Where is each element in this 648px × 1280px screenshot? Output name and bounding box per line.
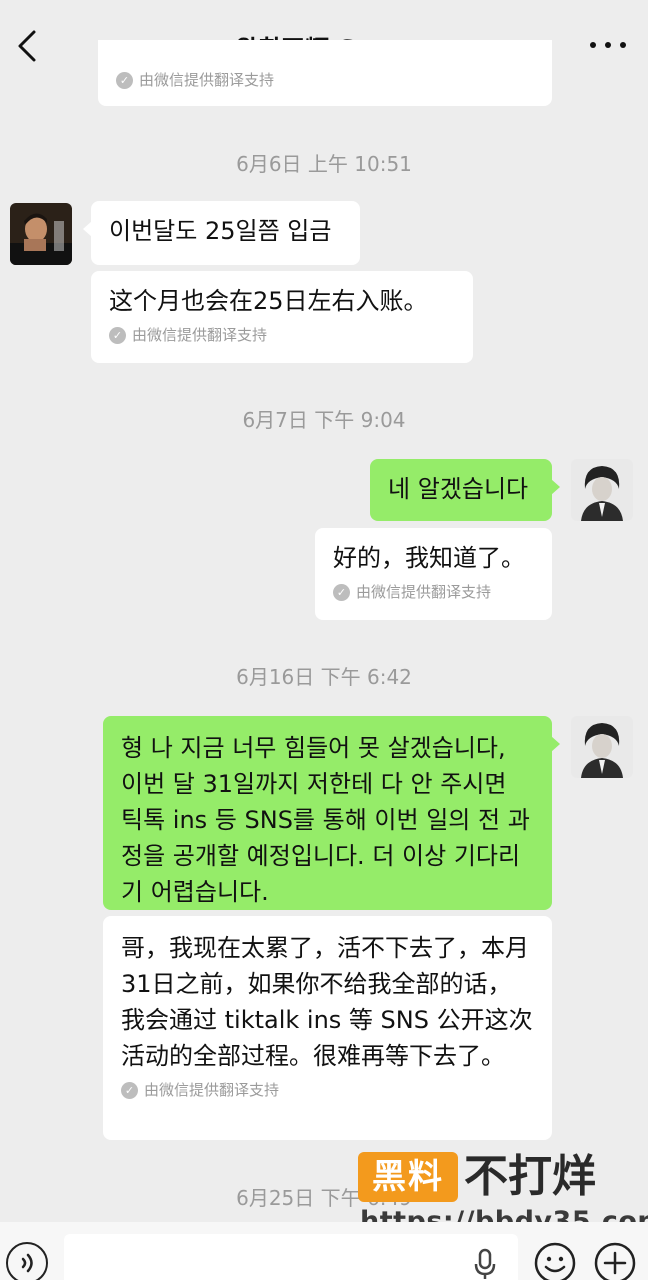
message-input[interactable]: [64, 1234, 518, 1280]
check-icon: ✓: [109, 326, 126, 344]
translation-text: 哥，我现在太累了，活不下去了，本月31日之前，如果你不给我全部的话，我会通过 t…: [121, 934, 533, 1070]
message-bubble-partial[interactable]: ✓ 由微信提供翻译支持: [98, 40, 552, 106]
translation-text: 好的，我知道了。: [333, 544, 525, 572]
input-bar: [0, 1222, 648, 1280]
more-icon[interactable]: [590, 38, 626, 52]
emoji-icon[interactable]: [534, 1242, 576, 1280]
translation-text: 这个月也会在25日左右入账。: [109, 287, 428, 315]
timestamp: 6月7日 下午 9:04: [242, 408, 406, 432]
translation-note: ✓ 由微信提供翻译支持: [116, 70, 274, 90]
contact-avatar[interactable]: [10, 203, 72, 265]
timestamp: 6月6日 上午 10:51: [236, 152, 412, 176]
my-avatar[interactable]: [571, 716, 633, 778]
translation-bubble[interactable]: 好的，我知道了。 ✓ 由微信提供翻译支持: [315, 528, 552, 620]
timestamp: 6月16日 下午 6:42: [236, 665, 412, 689]
check-icon: ✓: [121, 1081, 138, 1099]
watermark-logo-box: 黑料: [358, 1152, 458, 1202]
translation-note: ✓ 由微信提供翻译支持: [333, 582, 534, 602]
voice-icon[interactable]: [6, 1242, 48, 1280]
translation-bubble[interactable]: 哥，我现在太累了，活不下去了，本月31日之前，如果你不给我全部的话，我会通过 t…: [103, 916, 552, 1140]
microphone-icon[interactable]: [472, 1248, 498, 1280]
message-bubble-sent[interactable]: 형 나 지금 너무 힘들어 못 살겠습니다, 이번 달 31일까지 저한테 다 …: [103, 716, 560, 910]
message-text: 이번달도 25일쯤 입금: [109, 217, 332, 245]
translation-note: ✓ 由微信提供翻译支持: [121, 1080, 534, 1100]
translation-note: ✓ 由微信提供翻译支持: [109, 325, 455, 345]
message-bubble-received[interactable]: 이번달도 25일쯤 입금: [83, 201, 360, 265]
check-icon: ✓: [116, 71, 133, 89]
translation-bubble[interactable]: 这个月也会在25日左右入账。 ✓ 由微信提供翻译支持: [91, 271, 473, 363]
message-text: 네 알겠습니다: [388, 475, 529, 503]
check-icon: ✓: [333, 583, 350, 601]
watermark-text: 不打烊: [464, 1151, 596, 1202]
plus-icon[interactable]: [594, 1242, 636, 1280]
my-avatar[interactable]: [571, 459, 633, 521]
back-arrow-icon[interactable]: [14, 28, 44, 64]
message-text: 형 나 지금 너무 힘들어 못 살겠습니다, 이번 달 31일까지 저한테 다 …: [121, 734, 530, 906]
message-bubble-sent[interactable]: 네 알겠습니다: [370, 459, 560, 521]
